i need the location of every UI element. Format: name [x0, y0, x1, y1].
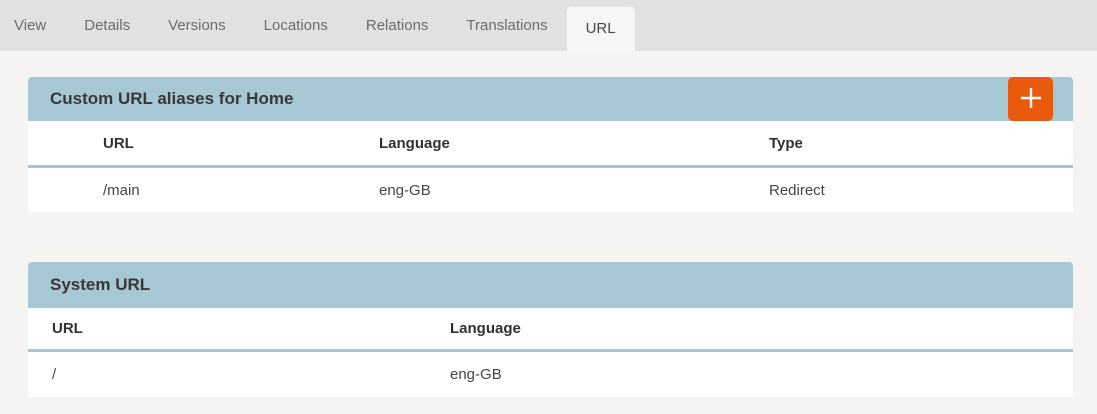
tab-relations[interactable]: Relations	[347, 0, 448, 51]
table-row[interactable]: /main eng-GB Redirect	[28, 168, 1073, 212]
tab-details[interactable]: Details	[65, 0, 149, 51]
custom-url-aliases-table: URL Language Type /main eng-GB Redirect	[28, 121, 1073, 212]
tab-bar: View Details Versions Locations Relation…	[0, 0, 1097, 51]
tab-translations[interactable]: Translations	[447, 0, 566, 51]
system-url-table: URL Language / eng-GB	[28, 308, 1073, 397]
tab-url[interactable]: URL	[567, 7, 635, 51]
column-header-url: URL	[52, 320, 450, 337]
panel-title: Custom URL aliases for Home	[50, 89, 293, 109]
cell-type: Redirect	[769, 182, 1073, 199]
column-header-url: URL	[103, 135, 379, 152]
system-url-header: System URL	[28, 262, 1073, 308]
cell-language: eng-GB	[379, 182, 769, 199]
column-header-language: Language	[450, 320, 1073, 337]
panel-title: System URL	[50, 275, 150, 295]
column-header-language: Language	[379, 135, 769, 152]
column-header-type: Type	[769, 135, 1073, 152]
panel-gap	[28, 212, 1073, 262]
table-header-row: URL Language Type	[28, 121, 1073, 168]
custom-url-aliases-panel: Custom URL aliases for Home URL Language…	[28, 77, 1073, 212]
content-area: Custom URL aliases for Home URL Language…	[0, 51, 1097, 397]
cell-language: eng-GB	[450, 366, 1073, 383]
tab-view[interactable]: View	[0, 0, 65, 51]
cell-url: /	[52, 366, 450, 383]
plus-icon	[1018, 85, 1044, 114]
table-row[interactable]: / eng-GB	[28, 352, 1073, 397]
table-header-row: URL Language	[28, 308, 1073, 352]
tab-locations[interactable]: Locations	[245, 0, 347, 51]
system-url-panel: System URL URL Language / eng-GB	[28, 262, 1073, 397]
add-url-alias-button[interactable]	[1008, 77, 1053, 121]
cell-url: /main	[103, 182, 379, 199]
tab-versions[interactable]: Versions	[149, 0, 245, 51]
custom-url-aliases-header: Custom URL aliases for Home	[28, 77, 1073, 121]
